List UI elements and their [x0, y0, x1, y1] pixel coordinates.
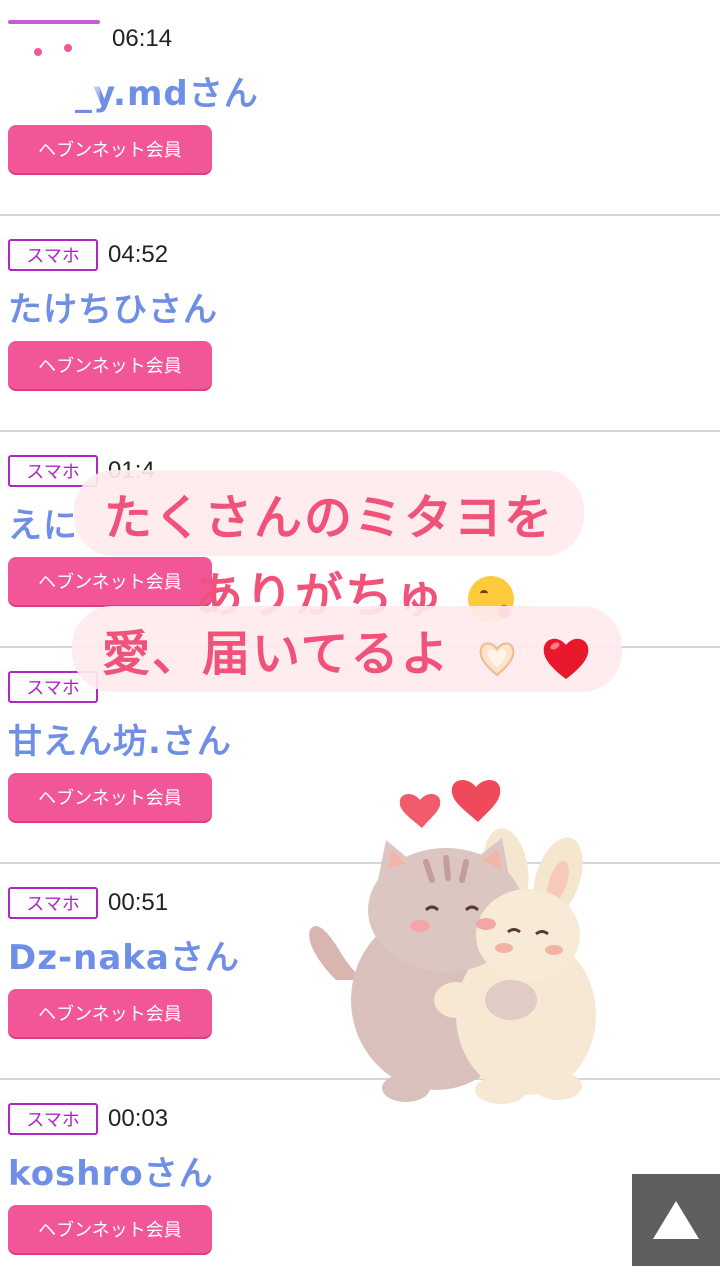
device-badge: スマホ	[8, 1103, 98, 1135]
visitor-name[interactable]: Dz-nakaさん	[8, 930, 240, 979]
member-button[interactable]: ヘブンネット会員	[8, 773, 212, 821]
entry-meta: スマホ 00:03	[8, 1101, 168, 1137]
device-badge: スマホ	[8, 671, 98, 703]
visit-time: 06:14	[112, 25, 173, 52]
member-button[interactable]: ヘブンネット会員	[8, 989, 212, 1037]
device-badge: スマホ	[8, 239, 98, 271]
member-button[interactable]: ヘブンネット会員	[8, 341, 212, 389]
visitor-name[interactable]: _y.mdさん	[75, 66, 259, 115]
visit-time: 01:4	[108, 457, 155, 484]
visitor-name[interactable]: 甘えん坊.さん	[8, 714, 232, 763]
visit-time: 04:52	[108, 241, 169, 268]
visit-time: 00:03	[108, 1105, 169, 1132]
device-badge: スマホ	[8, 887, 98, 919]
list-item: スマホ 04:52 たけちひさん ヘブンネット会員	[0, 216, 720, 432]
entry-meta: スマホ 00:51	[8, 885, 168, 921]
visitor-name[interactable]: koshroさん	[8, 1146, 214, 1195]
member-button[interactable]: ヘブンネット会員	[8, 557, 212, 605]
visitor-name[interactable]: えに	[8, 498, 78, 547]
device-badge: スマホ	[8, 455, 98, 487]
list-item: スマホ 01:4 えに ヘブンネット会員	[0, 432, 720, 648]
visit-time: 00:51	[108, 889, 169, 916]
visitor-name[interactable]: たけちひさん	[8, 282, 218, 331]
member-button[interactable]: ヘブンネット会員	[8, 1205, 212, 1253]
masked-avatar	[8, 18, 100, 108]
back-to-top-button[interactable]	[632, 1174, 720, 1266]
entry-meta: スマホ 01:4	[8, 453, 155, 489]
up-triangle-icon	[653, 1201, 699, 1239]
entry-meta: スマホ 04:52	[8, 237, 168, 273]
member-button[interactable]: ヘブンネット会員	[8, 125, 212, 173]
entry-meta: スマホ	[8, 669, 108, 705]
list-item: 06:14 _y.mdさん ヘブンネット会員	[0, 0, 720, 216]
cat-bunny-hug-illustration	[296, 770, 616, 1110]
